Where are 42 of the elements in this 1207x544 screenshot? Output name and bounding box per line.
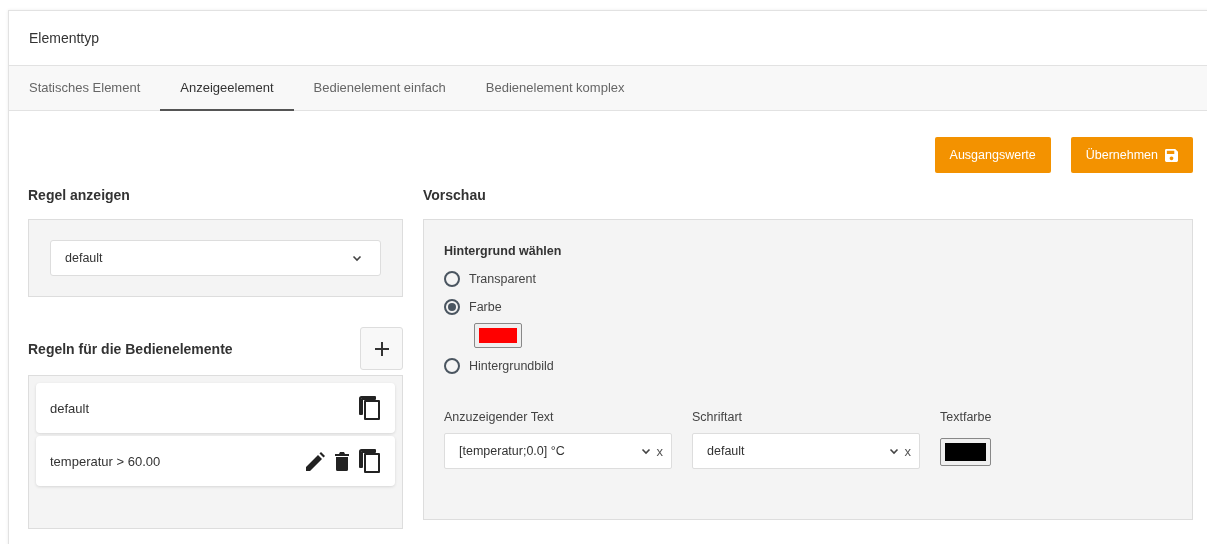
copy-icon[interactable] [359, 449, 381, 473]
tab[interactable]: Anzeigeelement [160, 66, 294, 111]
tab[interactable]: Bedienelement einfach [293, 66, 466, 111]
radio-option[interactable]: Transparent [444, 265, 1172, 293]
section-heading: Regeln für die Bedienelemente [28, 340, 233, 357]
group-label: Hintergrund wählen [444, 244, 562, 258]
color-picker[interactable] [940, 438, 991, 466]
chevron-down-icon [888, 447, 899, 455]
field-label: Textfarbe [940, 410, 992, 424]
radio-button[interactable] [444, 271, 460, 287]
radio-button[interactable] [444, 299, 460, 315]
select-field[interactable]: default [50, 240, 381, 276]
pencil-icon[interactable] [306, 451, 325, 471]
copy-icon[interactable] [359, 396, 381, 420]
select-field[interactable]: default x [692, 433, 920, 469]
tab[interactable]: Bedienelement komplex [465, 66, 645, 111]
radio-button[interactable] [444, 358, 460, 374]
chevron-down-icon [640, 447, 651, 455]
select-field[interactable]: [temperatur;0.0] °C x [444, 433, 672, 469]
clear-button[interactable]: x [656, 443, 663, 459]
rule-name: temperatur > 60.00 [50, 453, 161, 469]
plus-icon [373, 340, 390, 357]
trash-icon[interactable] [335, 451, 349, 471]
rule-item[interactable]: default [36, 383, 395, 433]
radio-option[interactable]: Farbe [444, 293, 1172, 321]
field-label: Anzuzeigender Text [444, 410, 555, 424]
save-icon [1165, 148, 1178, 162]
rule-name: default [50, 400, 90, 416]
chevron-down-icon [352, 254, 362, 262]
panel-title: Elementtyp [29, 30, 100, 46]
rule-item[interactable]: temperatur > 60.00 [36, 436, 395, 486]
add-button[interactable] [360, 327, 403, 370]
radio-option[interactable]: Hintergrundbild [444, 352, 1172, 380]
section-heading: Vorschau [423, 187, 487, 203]
radio-label: Hintergrundbild [469, 359, 554, 373]
section-heading: Regel anzeigen [28, 187, 131, 203]
tab[interactable]: Statisches Element [9, 66, 161, 111]
color-picker[interactable] [474, 323, 522, 348]
radio-label: Farbe [469, 300, 502, 314]
clear-button[interactable]: x [904, 443, 911, 459]
radio-label: Transparent [469, 272, 536, 286]
field-label: Schriftart [692, 410, 743, 424]
